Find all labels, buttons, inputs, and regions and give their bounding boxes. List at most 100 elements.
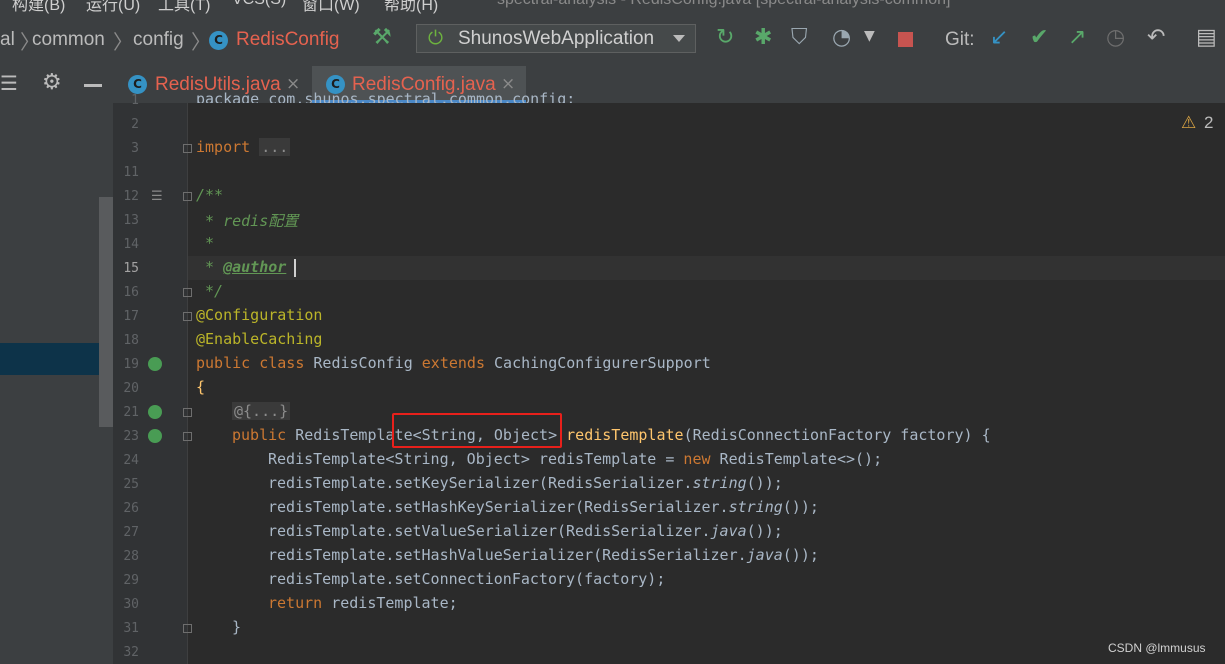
line-number: 31 bbox=[123, 621, 139, 636]
line-number: 25 bbox=[123, 477, 139, 492]
git-commit-icon[interactable]: ✔ bbox=[1030, 25, 1048, 50]
line-number: 23 bbox=[123, 429, 139, 444]
code-line-26: redisTemplate.setHashKeySerializer(Redis… bbox=[268, 498, 819, 516]
code-line-19: public class RedisConfig extends Caching… bbox=[196, 354, 711, 372]
warning-icon[interactable]: ⚠ bbox=[1181, 113, 1196, 133]
coverage-icon[interactable]: ⛉ bbox=[791, 25, 808, 50]
code-line-15: * @author bbox=[196, 258, 287, 276]
line-number: 21 bbox=[123, 405, 139, 420]
line-number: 18 bbox=[123, 333, 139, 348]
code-line-29: redisTemplate.setConnectionFactory(facto… bbox=[268, 570, 666, 588]
line-number: 26 bbox=[123, 501, 139, 516]
code-line-21: @{...} bbox=[232, 402, 291, 420]
stop-icon[interactable] bbox=[898, 32, 913, 47]
doc-comment-icon[interactable]: ☰ bbox=[151, 189, 163, 204]
menu-help[interactable]: 帮助(H) bbox=[384, 0, 438, 14]
folded-imports[interactable]: ... bbox=[259, 138, 291, 156]
line-number: 28 bbox=[123, 549, 139, 564]
line-number: 3 bbox=[131, 141, 139, 156]
build-hammer-icon[interactable]: ⚒ bbox=[372, 25, 392, 50]
code-line-31: } bbox=[232, 618, 242, 636]
git-update-icon[interactable]: ↙ bbox=[990, 25, 1008, 50]
code-line-16: */ bbox=[196, 282, 224, 300]
fold-toggle[interactable] bbox=[183, 144, 192, 153]
fold-toggle[interactable] bbox=[183, 312, 192, 321]
line-number: 17 bbox=[123, 309, 139, 324]
project-tool-window bbox=[0, 103, 113, 664]
menu-window[interactable]: 窗口(W) bbox=[302, 0, 360, 14]
spring-boot-icon: ⏻ bbox=[428, 27, 444, 49]
window-title: spectral-analysis - RedisConfig.java [sp… bbox=[497, 0, 951, 9]
code-line-24: RedisTemplate<String, Object> redisTempl… bbox=[268, 450, 883, 468]
line-number: 20 bbox=[123, 381, 139, 396]
warning-count[interactable]: 2 bbox=[1204, 113, 1213, 133]
breadcrumb-config[interactable]: config bbox=[133, 29, 184, 51]
code-line-14: * bbox=[196, 234, 215, 252]
history-icon[interactable]: ◷ bbox=[1106, 25, 1125, 50]
spring-bean-icon[interactable] bbox=[148, 429, 162, 443]
menu-vcs[interactable]: VCS(S) bbox=[232, 0, 286, 9]
breadcrumb-separator: 〉 bbox=[113, 32, 133, 54]
line-number: 24 bbox=[123, 453, 139, 468]
code-line-28: redisTemplate.setHashValueSerializer(Red… bbox=[268, 546, 819, 564]
line-number: 12 bbox=[123, 189, 139, 204]
line-number: 32 bbox=[123, 645, 139, 660]
code-line-1: package com.shunos.spectral.common.confi… bbox=[196, 90, 576, 103]
git-push-icon[interactable]: ↗ bbox=[1068, 25, 1086, 50]
spring-bean-icon[interactable] bbox=[148, 405, 162, 419]
current-line-highlight bbox=[188, 256, 1225, 280]
line-number: 19 bbox=[123, 357, 139, 372]
run-configuration-label: ShunosWebApplication bbox=[458, 28, 655, 49]
breadcrumb-redisconfig[interactable]: RedisConfig bbox=[236, 29, 340, 51]
watermark: CSDN @lmmusus bbox=[1108, 641, 1206, 655]
fold-toggle[interactable] bbox=[183, 432, 192, 441]
code-line-13: * redis配置 bbox=[196, 212, 299, 230]
rollback-icon[interactable]: ↶ bbox=[1147, 25, 1165, 50]
fold-toggle[interactable] bbox=[183, 408, 192, 417]
run-configuration-selector[interactable]: ⏻ ShunosWebApplication bbox=[416, 24, 696, 53]
code-line-12: /** bbox=[196, 186, 224, 204]
code-line-25: redisTemplate.setKeySerializer(RedisSeri… bbox=[268, 474, 783, 492]
debug-bug-icon[interactable]: ✱ bbox=[754, 25, 772, 50]
editor-tab-bar: ☰ ⚙ C RedisUtils.java × C RedisConfig.ja… bbox=[0, 66, 1225, 103]
profiler-icon[interactable]: ◔ bbox=[832, 25, 851, 50]
sidebar-scrollbar[interactable] bbox=[99, 197, 113, 427]
line-number: 13 bbox=[123, 213, 139, 228]
class-icon: C bbox=[209, 31, 228, 50]
code-line-17: @Configuration bbox=[196, 306, 323, 324]
rerun-icon[interactable]: ↻ bbox=[716, 25, 734, 50]
selected-tree-item[interactable] bbox=[0, 343, 113, 375]
line-number: 29 bbox=[123, 573, 139, 588]
line-number: 2 bbox=[131, 117, 139, 132]
line-number: 14 bbox=[123, 237, 139, 252]
class-icon: C bbox=[128, 75, 147, 94]
settings-gear-icon[interactable]: ⚙ bbox=[42, 70, 62, 95]
git-label: Git: bbox=[945, 29, 975, 50]
breadcrumb-separator: 〉 bbox=[191, 32, 211, 54]
menu-build[interactable]: 构建(B) bbox=[12, 0, 65, 14]
line-number: 16 bbox=[123, 285, 139, 300]
project-structure-icon[interactable]: ▤ bbox=[1196, 25, 1217, 50]
code-line-30: return redisTemplate; bbox=[268, 594, 458, 612]
breadcrumb-module[interactable]: al bbox=[0, 29, 15, 51]
menu-run[interactable]: 运行(U) bbox=[86, 0, 140, 14]
folded-annotation[interactable]: @{...} bbox=[232, 402, 291, 420]
line-number: 27 bbox=[123, 525, 139, 540]
fold-toggle[interactable] bbox=[183, 288, 192, 297]
code-line-20: { bbox=[196, 378, 206, 396]
code-line-3: import ... bbox=[196, 138, 291, 156]
line-number: 11 bbox=[123, 165, 139, 180]
line-number: 30 bbox=[123, 597, 139, 612]
chevron-down-icon[interactable]: ▼ bbox=[864, 28, 875, 44]
fold-toggle[interactable] bbox=[183, 624, 192, 633]
fold-toggle[interactable] bbox=[183, 192, 192, 201]
spring-bean-icon[interactable] bbox=[148, 357, 162, 371]
code-line-27: redisTemplate.setValueSerializer(RedisSe… bbox=[268, 522, 783, 540]
collapse-all-icon[interactable]: ☰ bbox=[0, 71, 18, 95]
navigation-toolbar: al 〉 common 〉 config 〉 C RedisConfig ⚒ ⏻… bbox=[0, 14, 1225, 67]
breadcrumb-common[interactable]: common bbox=[32, 29, 105, 51]
menu-tools[interactable]: 工具(T) bbox=[158, 0, 210, 14]
line-number: 15 bbox=[123, 261, 139, 276]
minimize-icon[interactable] bbox=[84, 84, 102, 87]
annotation-highlight-box bbox=[392, 413, 562, 448]
